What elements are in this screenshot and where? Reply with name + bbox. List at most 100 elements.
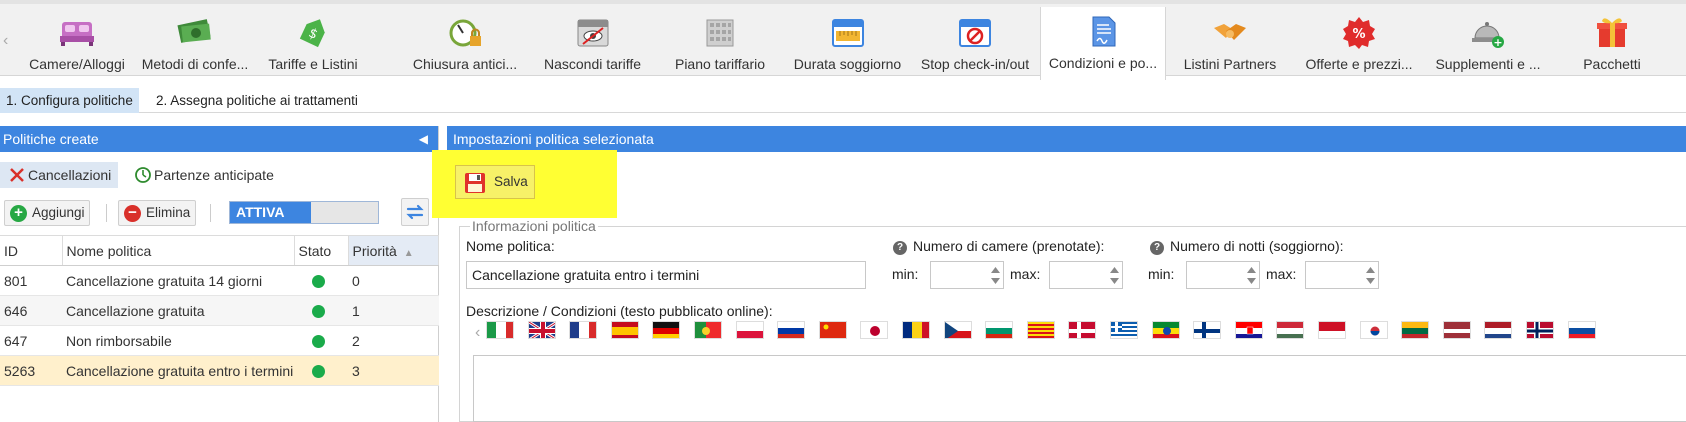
table-row-selected[interactable]: 5263 Cancellazione gratuita entro i term… <box>0 355 439 386</box>
scroll-left-icon[interactable]: ‹ <box>3 32 8 50</box>
flag-catalonia-icon[interactable] <box>1026 321 1055 339</box>
col-header-status[interactable]: Stato <box>294 235 349 266</box>
tab-label: Listini Partners <box>1183 56 1277 72</box>
tab-label: Metodi di confe... <box>141 56 249 72</box>
flag-finland-icon[interactable] <box>1193 321 1222 339</box>
tab-pacchetti[interactable]: Pacchetti <box>1552 8 1672 76</box>
spin-up-icon[interactable] <box>1366 267 1375 273</box>
flag-bulgaria-icon[interactable] <box>985 321 1014 339</box>
settings-panel-header: Impostazioni politica selezionata <box>447 126 1686 152</box>
table-header-row: ID Nome politica Stato Priorità ▲ <box>0 235 439 266</box>
handshake-icon <box>1214 24 1246 40</box>
toggle-on-segment: ATTIVA <box>230 202 312 223</box>
flag-czech-republic-icon[interactable] <box>943 321 972 339</box>
flag-spain-icon[interactable] <box>610 321 639 339</box>
rooms-min-spinner[interactable] <box>930 261 1004 289</box>
refresh-button[interactable] <box>401 198 429 226</box>
table-row[interactable]: 647 Non rimborsabile 2 <box>0 325 439 356</box>
table-row[interactable]: 801 Cancellazione gratuita 14 giorni 0 <box>0 265 439 296</box>
tab-durata-soggiorno[interactable]: Durata soggiorno <box>785 8 910 76</box>
nights-label: Numero di notti (soggiorno): <box>1170 238 1344 254</box>
step-assegna-politiche[interactable]: 2. Assegna politiche ai trattamenti <box>150 88 364 113</box>
tab-partenze-anticipate[interactable]: Partenze anticipate <box>126 162 286 188</box>
tab-condizioni-politiche[interactable]: Condizioni e po... <box>1040 7 1166 80</box>
col-header-name[interactable]: Nome politica <box>62 235 295 266</box>
flag-germany-icon[interactable] <box>652 321 681 339</box>
table-row[interactable]: 646 Cancellazione gratuita 1 <box>0 295 439 326</box>
gift-icon <box>1597 18 1627 47</box>
flag-japan-icon[interactable] <box>860 321 889 339</box>
flag-south-korea-icon[interactable] <box>1359 321 1388 339</box>
cell-name: Cancellazione gratuita <box>62 295 294 326</box>
cell-id: 801 <box>0 265 62 296</box>
flag-ethiopia-icon[interactable] <box>1151 321 1180 339</box>
spin-up-icon[interactable] <box>1247 267 1256 273</box>
cell-name: Cancellazione gratuita entro i termini <box>62 355 294 386</box>
spin-down-icon[interactable] <box>1366 278 1375 284</box>
flag-france-icon[interactable] <box>569 321 598 339</box>
flag-netherlands-icon[interactable] <box>1484 321 1513 339</box>
tab-nascondi-tariffe[interactable]: Nascondi tariffe <box>530 8 655 76</box>
flag-italy-icon[interactable] <box>486 321 514 339</box>
tab-listini-partners[interactable]: Listini Partners <box>1166 8 1294 76</box>
flag-poland-icon[interactable] <box>735 321 764 339</box>
flag-latvia-icon[interactable] <box>1442 321 1471 339</box>
flag-norway-icon[interactable] <box>1526 321 1554 339</box>
plus-icon: + <box>10 205 27 222</box>
flag-portugal-icon[interactable] <box>694 321 722 339</box>
tab-label: Chiusura antici... <box>412 56 518 72</box>
flag-slovakia-icon[interactable] <box>1567 321 1596 339</box>
spin-down-icon[interactable] <box>1110 278 1119 284</box>
tab-metodi-conferma[interactable]: Metodi di confe... <box>136 8 254 76</box>
tab-chiusura-anticipata[interactable]: Chiusura antici... <box>400 8 530 76</box>
nights-max-spinner[interactable] <box>1305 261 1379 289</box>
step-bar: 1. Configura politiche 2. Assegna politi… <box>0 88 1686 113</box>
spin-up-icon[interactable] <box>991 267 1000 273</box>
help-icon[interactable]: ? <box>1150 241 1164 255</box>
tab-offerte-prezzi[interactable]: % Offerte e prezzi... <box>1294 8 1424 76</box>
collapse-left-icon[interactable]: ◀ <box>419 126 428 152</box>
tab-supplementi[interactable]: + Supplementi e ... <box>1424 8 1552 76</box>
active-filter-toggle[interactable]: ATTIVA <box>229 201 379 224</box>
policy-name-field[interactable]: Cancellazione gratuita entro i termini <box>466 261 866 289</box>
step-configura-politiche[interactable]: 1. Configura politiche <box>0 88 139 113</box>
flag-indonesia-icon[interactable] <box>1318 321 1346 339</box>
module-toolbar: ‹ Camere/Alloggi Metodi di confe... $ Ta… <box>0 0 1686 80</box>
tab-stop-check[interactable]: Stop check-in/out <box>910 8 1040 76</box>
panel-title: Impostazioni politica selezionata <box>453 131 654 147</box>
tab-piano-tariffario[interactable]: Piano tariffario <box>655 8 785 76</box>
cell-status <box>294 325 348 356</box>
rooms-max-spinner[interactable] <box>1049 261 1123 289</box>
spin-down-icon[interactable] <box>1247 278 1256 284</box>
flags-scroll-left-icon[interactable]: ‹ <box>475 324 480 342</box>
close-icon <box>10 168 24 182</box>
save-button[interactable]: Salva <box>455 165 535 199</box>
flag-hungary-icon[interactable] <box>1276 321 1305 339</box>
nights-min-spinner[interactable] <box>1186 261 1260 289</box>
flag-denmark-icon[interactable] <box>1068 321 1097 339</box>
add-button[interactable]: + Aggiungi <box>4 200 90 226</box>
flag-greece-icon[interactable] <box>1110 321 1138 339</box>
spin-down-icon[interactable] <box>991 278 1000 284</box>
flag-russia-icon[interactable] <box>777 321 806 339</box>
app-root: ‹ Camere/Alloggi Metodi di confe... $ Ta… <box>0 0 1686 422</box>
col-header-id[interactable]: ID <box>0 235 63 266</box>
svg-text:+: + <box>1493 36 1502 49</box>
flag-romania-icon[interactable] <box>902 321 930 339</box>
tab-cancellazioni[interactable]: Cancellazioni <box>0 162 118 188</box>
cell-status <box>294 265 348 296</box>
tab-camere-alloggi[interactable]: Camere/Alloggi <box>18 8 136 76</box>
col-header-priority[interactable]: Priorità ▲ <box>348 235 439 266</box>
flag-lithuania-icon[interactable] <box>1401 321 1430 339</box>
description-editor[interactable] <box>473 355 1686 422</box>
spin-up-icon[interactable] <box>1110 267 1119 273</box>
flag-croatia-icon[interactable] <box>1234 321 1263 339</box>
flag-united-kingdom-icon[interactable] <box>527 321 556 339</box>
floppy-disk-icon <box>465 173 485 193</box>
toolbar-divider <box>106 204 107 222</box>
help-icon[interactable]: ? <box>893 241 907 255</box>
delete-button[interactable]: − Elimina <box>118 200 196 226</box>
tab-tariffe-listini[interactable]: $ Tariffe e Listini <box>254 8 372 76</box>
price-tag-icon: $ <box>299 19 325 48</box>
flag-china-icon[interactable] <box>818 321 847 339</box>
